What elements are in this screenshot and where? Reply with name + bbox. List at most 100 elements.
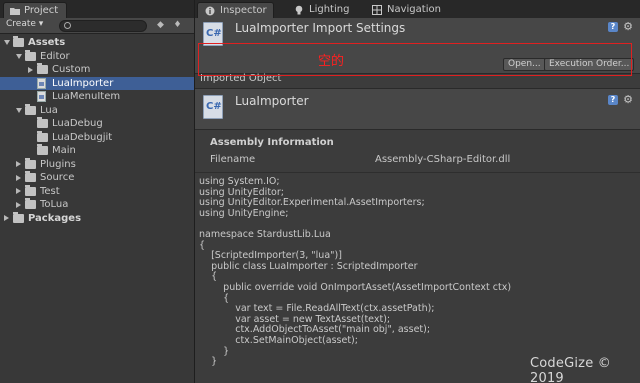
collapsed-arrow-icon[interactable] [4, 215, 9, 221]
filename-value: Assembly-CSharp-Editor.dll [375, 154, 511, 165]
tree-item-label: Lua [40, 104, 58, 116]
folder-icon [10, 8, 20, 15]
expanded-arrow-icon[interactable] [4, 40, 10, 45]
tree-item[interactable]: Source [0, 171, 194, 185]
tab-inspector-label: Inspector [220, 5, 267, 16]
tree-item-label: LuaMenuItem [52, 91, 121, 102]
folder-icon [25, 198, 36, 209]
folder-icon [25, 171, 36, 182]
tree-item-label: Plugins [40, 158, 76, 170]
folder-icon [13, 36, 24, 47]
bulb-icon [295, 5, 303, 15]
tree-item-label: Custom [52, 64, 91, 75]
tree-item-label: Assets [28, 37, 66, 48]
code-line: using UnityEditor.Experimental.AssetImpo… [199, 197, 425, 209]
tree-item[interactable]: LuaImporter [0, 76, 194, 90]
imported-object-header: C# LuaImporter ? ⚙ [195, 88, 640, 130]
collapsed-arrow-icon[interactable] [16, 161, 21, 167]
create-button[interactable]: Create ▾ [6, 19, 43, 32]
tree-item-label: LuaDebug [52, 118, 103, 129]
tree-item[interactable]: Editor [0, 49, 194, 64]
tab-lighting[interactable]: Lighting [287, 2, 355, 18]
gear-icon[interactable]: ⚙ [623, 21, 633, 32]
code-line: ctx.AddObjectToAsset("main obj", asset); [199, 324, 431, 336]
inspector-tabbar: Inspector Lighting Navigation [195, 0, 640, 18]
code-line: public override void OnImportAsset(Asset… [199, 282, 512, 293]
tree-item[interactable]: Test [0, 184, 194, 199]
tree-item[interactable]: LuaMenuItem [0, 90, 194, 104]
project-tabbar: Project [0, 0, 194, 18]
help-icon[interactable]: ? [608, 22, 618, 32]
script-file-icon [37, 91, 46, 102]
tree-item[interactable]: LuaDebugjit [0, 130, 194, 145]
annotation-text: 空的 [318, 54, 345, 69]
tree-item[interactable]: Packages [0, 211, 194, 226]
code-line: } [199, 345, 230, 357]
tab-project[interactable]: Project [3, 2, 68, 18]
code-line: var asset = new TextAsset(text); [199, 313, 391, 325]
code-line: using UnityEngine; [199, 207, 289, 219]
tab-inspector[interactable]: Inspector [197, 2, 274, 18]
tree-item[interactable]: Plugins [0, 157, 194, 172]
code-line: using System.IO; [199, 176, 280, 187]
code-line: { [199, 271, 218, 283]
csharp-script-icon: C# [203, 95, 223, 119]
tree-item-label: ToLua [40, 199, 69, 210]
assembly-title: Assembly Information [210, 137, 334, 148]
tab-navigation[interactable]: Navigation [365, 2, 447, 18]
search-icon [64, 22, 71, 29]
filter-label-icon[interactable]: ♦ [172, 20, 183, 31]
code-line: { [199, 292, 230, 304]
tree-item-label: Main [52, 145, 76, 156]
code-line: public class LuaImporter : ScriptedImpor… [199, 260, 418, 272]
code-line: ctx.SetMainObject(asset); [199, 335, 358, 346]
folder-icon [37, 144, 48, 155]
folder-icon [25, 49, 36, 61]
imported-object-title: LuaImporter [235, 94, 309, 108]
info-icon [205, 6, 215, 16]
tree-item[interactable]: Assets [0, 36, 194, 50]
tree-item[interactable]: Lua [0, 103, 194, 118]
tab-navigation-label: Navigation [387, 4, 441, 15]
tree-item-label: Source [40, 172, 75, 183]
filter-type-icon[interactable]: ◆ [155, 20, 166, 31]
collapsed-arrow-icon[interactable] [16, 201, 21, 208]
tree-item[interactable]: ToLua [0, 198, 194, 212]
navigation-icon [372, 5, 382, 15]
code-line: [ScriptedImporter(3, "lua")] [199, 250, 342, 262]
collapsed-arrow-icon[interactable] [28, 66, 33, 73]
tree-item-label: Packages [28, 212, 82, 224]
folder-icon [25, 184, 36, 196]
collapsed-arrow-icon[interactable] [16, 174, 21, 181]
tree-item-label: LuaImporter [52, 77, 114, 89]
tree-item-label: Editor [40, 50, 70, 62]
script-source-preview: using System.IO; using UnityEditor; using … [195, 172, 640, 383]
project-panel: Project Create ▾ ◆ ♦ Assets Editor Custom L… [0, 0, 195, 383]
filename-label: Filename [210, 154, 256, 165]
tree-item-label: LuaDebugjit [52, 131, 113, 143]
search-input[interactable] [59, 20, 147, 32]
folder-icon [25, 103, 36, 115]
tree-item[interactable]: Main [0, 144, 194, 158]
code-line: var text = File.ReadAllText(ctx.assetPat… [199, 303, 435, 315]
assembly-information: Assembly Information Filename Assembly-C… [195, 130, 640, 172]
folder-icon [13, 211, 24, 223]
code-line: using UnityEditor; [199, 186, 284, 198]
tree-item-label: Test [40, 185, 60, 197]
tree-item[interactable]: Custom [0, 63, 194, 77]
expanded-arrow-icon[interactable] [16, 107, 22, 113]
expanded-arrow-icon[interactable] [16, 53, 22, 59]
annotation-highlight-box [198, 43, 632, 76]
folder-icon [25, 157, 36, 169]
folder-icon [37, 117, 48, 128]
tab-project-label: Project [24, 5, 59, 16]
collapsed-arrow-icon[interactable] [16, 188, 21, 194]
help-icon[interactable]: ? [608, 95, 618, 105]
folder-icon [37, 130, 48, 142]
folder-icon [37, 63, 48, 74]
code-line: { [199, 239, 206, 251]
code-line: } [199, 356, 218, 368]
import-settings-title: LuaImporter Import Settings [235, 21, 406, 35]
gear-icon[interactable]: ⚙ [623, 94, 633, 105]
tree-item[interactable]: LuaDebug [0, 117, 194, 131]
